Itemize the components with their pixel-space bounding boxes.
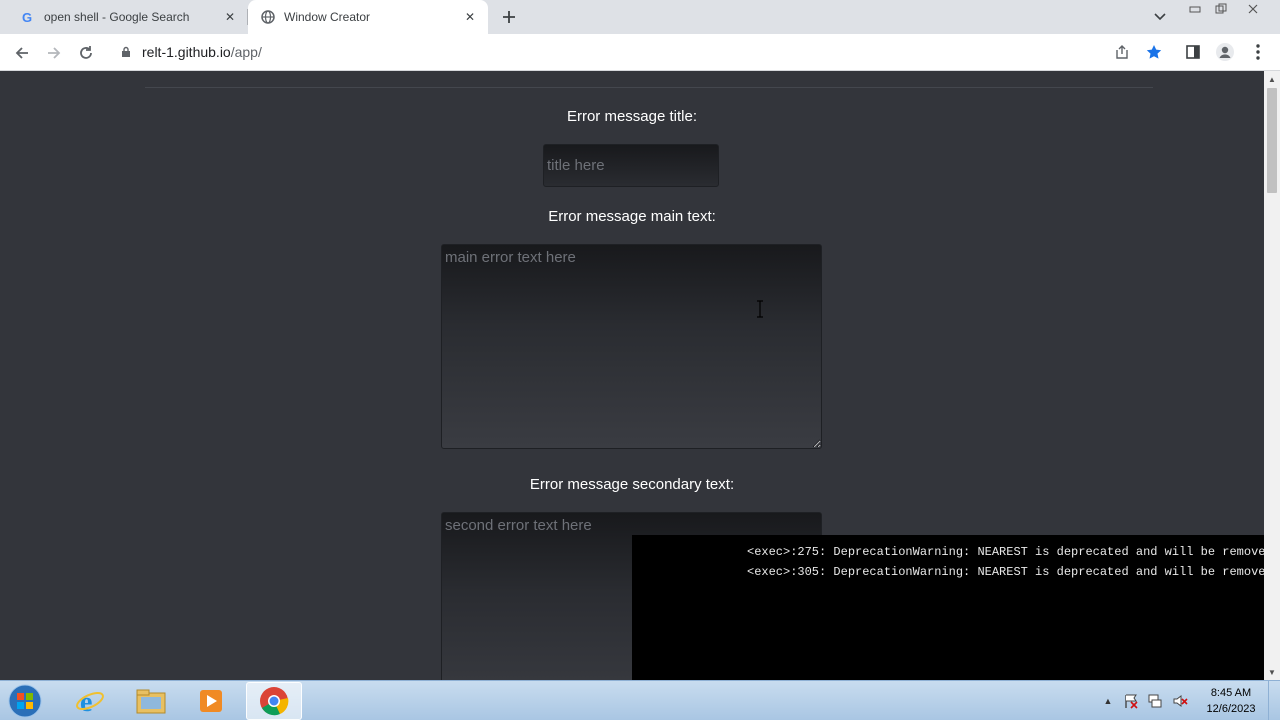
close-icon (1248, 4, 1258, 14)
tab-title: open shell - Google Search (44, 10, 190, 24)
arrow-left-icon (15, 47, 28, 59)
windows-logo-icon (8, 684, 42, 718)
start-button[interactable] (4, 682, 46, 720)
console-window: <exec>:275: DeprecationWarning: NEAREST … (632, 535, 1264, 680)
new-tab-button[interactable] (496, 5, 522, 29)
taskbar-media-player[interactable] (183, 682, 239, 720)
restore-button[interactable] (1208, 0, 1234, 18)
clock-time: 8:45 AM (1210, 687, 1252, 699)
scroll-thumb[interactable] (1267, 88, 1277, 193)
bookmark-star-icon[interactable] (1142, 40, 1166, 64)
clock-date: 12/6/2023 (1206, 703, 1256, 715)
scroll-down-arrow-icon[interactable]: ▼ (1264, 664, 1280, 680)
url-text: relt-1.github.io/app/ (142, 44, 262, 60)
text-cursor-icon (757, 300, 763, 318)
tray-overflow-icon[interactable]: ▲ (1099, 693, 1117, 709)
tab-window-creator[interactable]: Window Creator ✕ (248, 0, 488, 34)
chevron-down-icon (1154, 13, 1166, 21)
plus-icon (503, 11, 515, 23)
internet-explorer-icon: e (76, 687, 104, 716)
browser-toolbar: relt-1.github.io/app/ (0, 34, 1280, 71)
share-icon[interactable] (1110, 40, 1134, 64)
arrow-right-icon (48, 47, 61, 59)
taskbar-chrome[interactable] (246, 682, 302, 720)
close-window-button[interactable] (1240, 0, 1266, 18)
system-clock[interactable]: 8:45 AM 12/6/2023 (1198, 685, 1264, 717)
volume-muted-icon[interactable] (1171, 693, 1189, 709)
tab-google-search[interactable]: G open shell - Google Search ✕ (8, 0, 248, 34)
tab-strip: G open shell - Google Search ✕ Window Cr… (0, 0, 1280, 34)
profile-avatar-icon[interactable] (1213, 40, 1237, 64)
title-input[interactable] (543, 144, 719, 187)
svg-text:e: e (80, 687, 92, 716)
scroll-up-arrow-icon[interactable]: ▲ (1264, 71, 1280, 87)
title-label: Error message title: (566, 108, 698, 125)
svg-text:G: G (22, 10, 32, 25)
network-icon[interactable] (1146, 693, 1164, 709)
secondary-text-label: Error message secondary text: (529, 476, 735, 493)
back-button[interactable] (8, 39, 36, 67)
show-desktop-button[interactable] (1268, 681, 1280, 720)
page-scrollbar[interactable]: ▲ ▼ (1264, 71, 1280, 680)
lock-icon[interactable] (118, 44, 134, 60)
console-line: <exec>:275: DeprecationWarning: NEAREST … (747, 545, 1264, 559)
globe-icon (260, 9, 276, 25)
action-center-flag-icon[interactable] (1122, 693, 1140, 709)
minimize-button[interactable] (1182, 0, 1208, 18)
minimize-icon (1189, 6, 1201, 13)
address-bar[interactable]: relt-1.github.io/app/ (108, 38, 1144, 66)
taskbar-internet-explorer[interactable]: e (62, 682, 118, 720)
tab-search-button[interactable] (1150, 7, 1170, 27)
console-line: <exec>:305: DeprecationWarning: NEAREST … (747, 565, 1264, 579)
reload-icon (80, 46, 92, 59)
side-panel-icon[interactable] (1181, 40, 1205, 64)
google-icon: G (20, 9, 36, 25)
restore-icon (1215, 3, 1227, 14)
divider (145, 87, 1153, 88)
close-tab-icon[interactable]: ✕ (220, 7, 240, 27)
kebab-menu-icon[interactable] (1246, 40, 1270, 64)
close-tab-icon[interactable]: ✕ (460, 7, 480, 27)
media-player-icon (200, 690, 222, 712)
file-explorer-icon (136, 689, 166, 714)
main-text-label: Error message main text: (548, 208, 716, 225)
forward-button[interactable] (40, 39, 68, 67)
tab-title: Window Creator (284, 10, 371, 24)
main-text-textarea[interactable] (441, 244, 822, 449)
taskbar: e ▲ 8:45 AM 12/6/2023 (0, 680, 1280, 720)
taskbar-file-explorer[interactable] (123, 682, 179, 720)
reload-button[interactable] (72, 39, 100, 67)
chrome-icon (260, 687, 289, 716)
